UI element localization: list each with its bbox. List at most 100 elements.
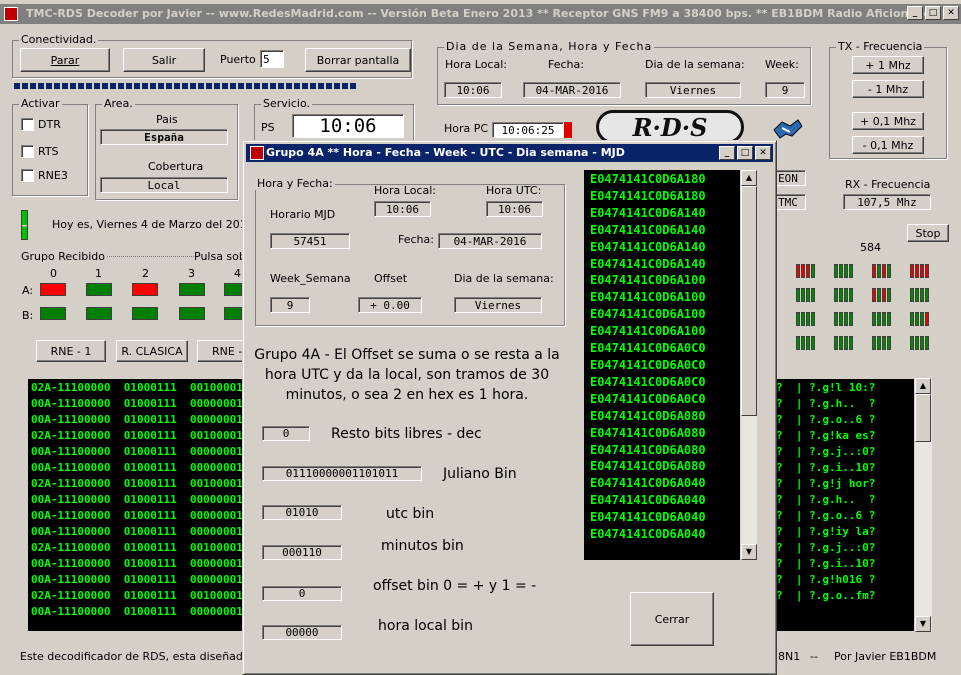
ps-label: PS (261, 121, 275, 134)
app-icon (4, 7, 18, 21)
dlg-fecha-label: Fecha: (398, 233, 434, 246)
dlg-mjd-value: 57451 (270, 233, 350, 249)
hex-scrollbar[interactable]: ▲ ▼ (740, 170, 757, 560)
grupo-4b-led[interactable] (224, 307, 242, 320)
raw-data-line: 00A-11100000 01000111 00000001 (31, 413, 243, 426)
tx-minus-01-button[interactable]: - 0,1 Mhz (852, 136, 924, 154)
dialog-close-button[interactable]: ✕ (755, 146, 771, 160)
dialog-minimize-button[interactable]: _ (719, 146, 735, 160)
ascii-scrollbar[interactable]: ▲ ▼ (914, 378, 932, 632)
conectividad-legend: Conectividad. (19, 33, 99, 46)
offset-bin-label: offset bin 0 = + y 1 = - (373, 578, 537, 594)
cerrar-button[interactable]: Cerrar (630, 592, 714, 646)
hex-scroll-up-icon[interactable]: ▲ (741, 170, 757, 186)
rne1-button[interactable]: RNE - 1 (36, 340, 106, 362)
hex-line: E0474141C0D6A040 (590, 527, 706, 542)
tx-minus-1-button[interactable]: - 1 Mhz (852, 80, 924, 98)
grupo-2b-led[interactable] (132, 307, 158, 320)
dlg-offset-value: + 0.00 (358, 297, 422, 313)
dlg-week-label: Week_Semana (270, 272, 351, 285)
rts-label: RTS (38, 145, 59, 158)
fecha-value: 04-MAR-2016 (523, 82, 621, 98)
r-clasica-button[interactable]: R. CLASICA (116, 340, 188, 362)
scroll-up-icon[interactable]: ▲ (915, 378, 931, 394)
hora-local-label: Hora Local: (445, 58, 507, 71)
handshake-icon (772, 116, 804, 142)
progress-bar (14, 83, 358, 89)
grupo-0b-led[interactable] (40, 307, 66, 320)
hex-line: E0474141C0D6A140 (590, 222, 706, 237)
minimize-button[interactable]: _ (907, 6, 923, 20)
scroll-thumb[interactable] (915, 394, 931, 442)
rx-count: 584 (860, 241, 881, 254)
rne3-label: RNE3 (38, 169, 68, 182)
main-title-bar[interactable]: TMC-RDS Decoder por Javier -- www.RedesM… (0, 4, 961, 24)
hex-line: E0474141C0D6A080 (590, 408, 706, 423)
grupo-3a-led[interactable] (179, 283, 205, 296)
offset-bin-value: 0 (262, 586, 342, 601)
grupo-1b-led[interactable] (86, 307, 112, 320)
ascii-line: ? | ?.g.i..10? (776, 557, 876, 570)
dialog-title-bar[interactable]: Grupo 4A ** Hora - Fecha - Week - UTC - … (246, 144, 773, 162)
hex-line: E0474141C0D6A080 (590, 425, 706, 440)
hex-scroll-thumb[interactable] (741, 186, 757, 416)
maximize-button[interactable]: □ (925, 6, 941, 20)
week-value: 9 (765, 82, 805, 98)
status-separator: -- (810, 650, 818, 663)
ascii-line: ? | ?.g.j..:0? (776, 541, 876, 554)
dia-label: Dia de la semana: (645, 58, 745, 71)
grupo-legend: Grupo Recibido (21, 250, 107, 263)
salir-button[interactable]: Salir (123, 48, 205, 72)
ascii-line: ? | ?.g.o..6 ? (776, 509, 876, 522)
scroll-down-icon[interactable]: ▼ (915, 616, 931, 632)
puerto-input[interactable]: 5 (260, 50, 284, 68)
raw-data-terminal[interactable]: 02A-11100000 01000111 00100001 00A-111000… (28, 379, 244, 631)
status-author: Por Javier EB1BDM (834, 650, 937, 663)
ascii-line: ? | ?.g.o..fm? (776, 589, 876, 602)
juliano-bin-label: Juliano Bin (443, 466, 517, 482)
raw-data-line: 00A-11100000 01000111 00000001 (31, 525, 243, 538)
hex-line: E0474141C0D6A040 (590, 476, 706, 491)
grupo-4a-led[interactable] (224, 283, 242, 296)
raw-data-line: 02A-11100000 01000111 00100001 (31, 477, 243, 490)
hora-pc-value: 10:06:25 (492, 122, 564, 138)
ascii-line: ? | ?.g!ka es? (776, 429, 876, 442)
rts-checkbox[interactable] (21, 145, 34, 158)
hex-line: E0474141C0D6A0C0 (590, 374, 706, 389)
dlg-hora-utc-value: 10:06 (486, 201, 543, 217)
hex-line: E0474141C0D6A080 (590, 442, 706, 457)
hex-line: E0474141C0D6A180 (590, 188, 706, 203)
borrar-pantalla-button[interactable]: Borrar pantalla (305, 48, 411, 72)
pais-label: Pais (156, 113, 178, 126)
raw-data-line: 02A-11100000 01000111 00100001 (31, 429, 243, 442)
rx-value: 107,5 Mhz (843, 194, 931, 210)
close-button[interactable]: ✕ (943, 6, 959, 20)
dialog-description: Grupo 4A - El Offset se suma o se resta … (254, 347, 560, 403)
dtr-checkbox[interactable] (21, 118, 34, 131)
cobertura-label: Cobertura (148, 160, 204, 173)
minutos-bin-value: 000110 (262, 545, 342, 560)
rne3-checkbox[interactable] (21, 169, 34, 182)
grupo-0a-led[interactable] (40, 283, 66, 296)
ascii-terminal[interactable]: ? | ?.g!l 10:? ? | ?.g.h.. ? ? | ?.g.o..6 … (776, 379, 916, 631)
hora-local-bin-value: 00000 (262, 625, 342, 640)
tx-plus-1-button[interactable]: + 1 Mhz (852, 56, 924, 74)
hex-scroll-down-icon[interactable]: ▼ (741, 544, 757, 560)
tx-plus-01-button[interactable]: + 0,1 Mhz (852, 112, 924, 130)
stop-button[interactable]: Stop (907, 224, 949, 242)
rne-button[interactable]: RNE - (197, 340, 245, 362)
grupo-1a-led[interactable] (86, 283, 112, 296)
puerto-label: Puerto (220, 53, 256, 66)
dialog-maximize-button[interactable]: □ (737, 146, 753, 160)
hex-line: E0474141C0D6A0C0 (590, 391, 706, 406)
hex-line: E0474141C0D6A140 (590, 239, 706, 254)
signal-indicator (21, 210, 28, 240)
parar-button[interactable]: Parar (20, 48, 110, 72)
raw-data-line: 00A-11100000 01000111 00000001 (31, 605, 243, 618)
raw-data-line: 00A-11100000 01000111 00000001 (31, 493, 243, 506)
hex-line: E0474141C0D6A080 (590, 459, 706, 474)
hex-terminal[interactable]: E0474141C0D6A180 E0474141C0D6A180 E0474141… (584, 170, 740, 560)
grupo-2a-led[interactable] (132, 283, 158, 296)
grupo-3b-led[interactable] (179, 307, 205, 320)
raw-data-line: 02A-11100000 01000111 00100001 (31, 381, 243, 394)
